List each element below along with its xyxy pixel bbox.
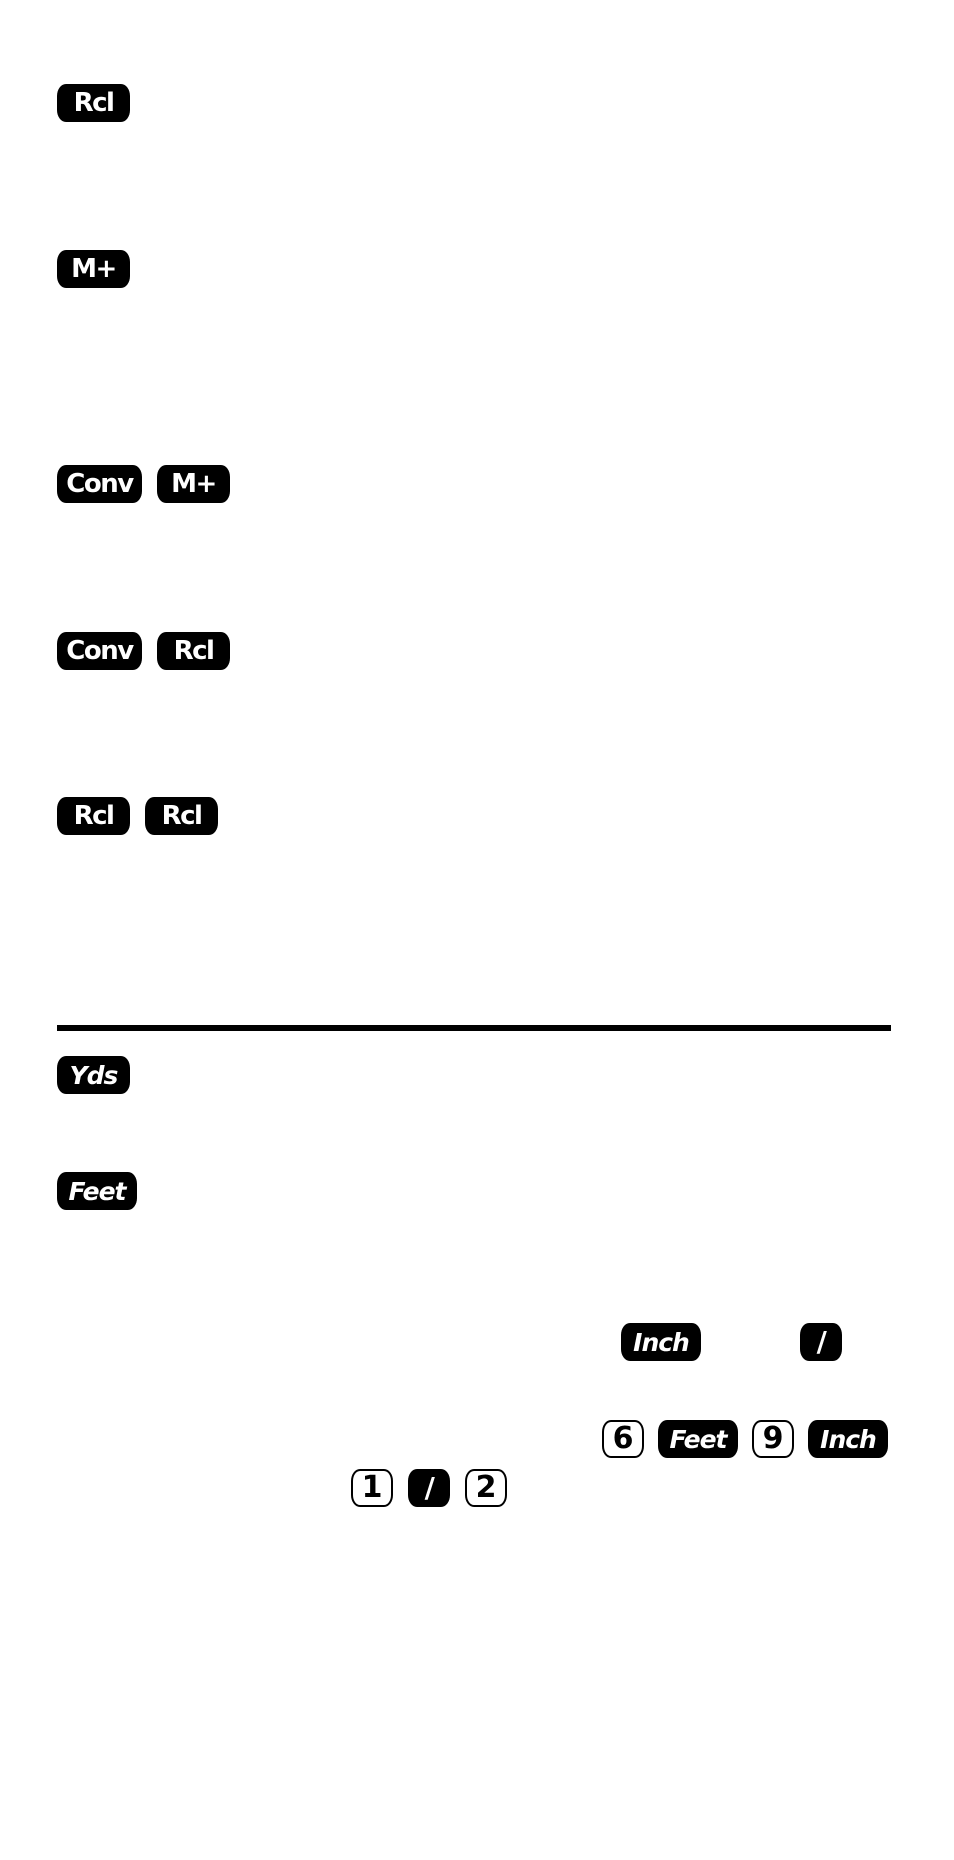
example-sequence-fraction: 1 / 2	[351, 1469, 507, 1507]
conv-key[interactable]: Conv	[57, 632, 142, 670]
key-sequence-feet: Feet	[57, 1172, 137, 1210]
rcl-key[interactable]: Rcl	[145, 797, 218, 835]
fraction-slash-key[interactable]: /	[800, 1323, 842, 1361]
conv-key[interactable]: Conv	[57, 465, 142, 503]
digit-9-key[interactable]: 9	[752, 1420, 794, 1458]
inch-key[interactable]: Inch	[621, 1323, 701, 1361]
key-sequence-conv-recall: Conv Rcl	[57, 632, 230, 670]
digit-6-key[interactable]: 6	[602, 1420, 644, 1458]
memory-plus-key[interactable]: M+	[57, 250, 130, 288]
section-divider	[57, 1025, 891, 1031]
rcl-key[interactable]: Rcl	[57, 84, 130, 122]
feet-key[interactable]: Feet	[57, 1172, 137, 1210]
digit-1-key[interactable]: 1	[351, 1469, 393, 1507]
key-sequence-conv-memory-add: Conv M+	[57, 465, 230, 503]
yds-key[interactable]: Yds	[57, 1056, 130, 1094]
inline-inch-key: Inch	[621, 1323, 701, 1361]
key-sequence-recall: Rcl	[57, 84, 130, 122]
digit-2-key[interactable]: 2	[465, 1469, 507, 1507]
memory-plus-key[interactable]: M+	[157, 465, 230, 503]
inline-fraction-key: /	[800, 1323, 842, 1361]
rcl-key[interactable]: Rcl	[57, 797, 130, 835]
key-sequence-recall-recall: Rcl Rcl	[57, 797, 218, 835]
key-sequence-yards: Yds	[57, 1056, 130, 1094]
example-sequence-feet-inch: 6 Feet 9 Inch	[602, 1420, 888, 1458]
rcl-key[interactable]: Rcl	[157, 632, 230, 670]
key-sequence-memory-add: M+	[57, 250, 130, 288]
feet-key[interactable]: Feet	[658, 1420, 738, 1458]
fraction-slash-key[interactable]: /	[408, 1469, 450, 1507]
inch-key[interactable]: Inch	[808, 1420, 888, 1458]
